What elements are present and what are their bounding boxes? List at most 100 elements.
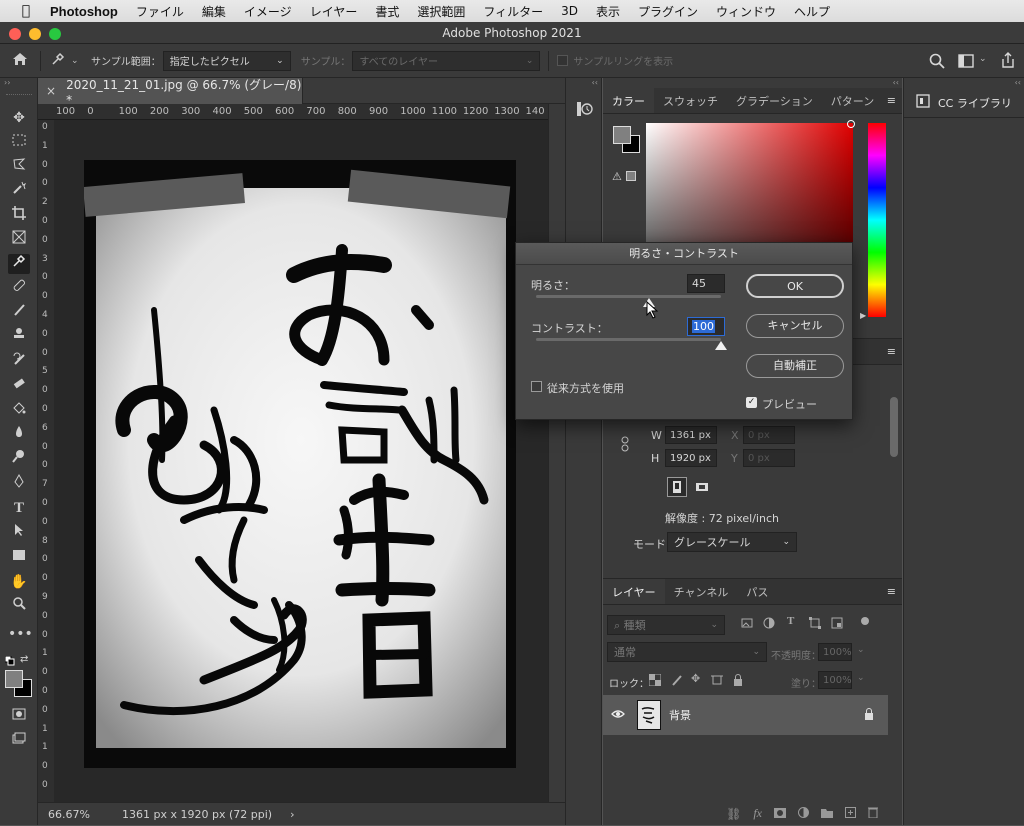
healing-brush-tool-icon[interactable] [8,278,30,298]
pen-tool-icon[interactable] [8,473,30,494]
cancel-button[interactable]: キャンセル [746,314,844,338]
brightness-slider[interactable] [536,295,721,298]
history-brush-tool-icon[interactable] [8,352,30,372]
filter-adjustment-icon[interactable] [763,617,775,632]
layer-filter-select[interactable]: ⌕ 種類 ⌄ [607,615,725,635]
type-tool-icon[interactable]: T [8,498,30,518]
brightness-input[interactable]: 45 [687,274,725,293]
close-tab-icon[interactable]: × [46,84,56,98]
menu-item-filter[interactable]: フィルター [483,3,543,20]
marquee-tool-icon[interactable] [8,132,30,152]
ok-button[interactable]: OK [746,274,844,298]
quick-mask-icon[interactable] [8,706,30,726]
link-layers-icon[interactable]: ⛓ [726,807,741,821]
opacity-field[interactable]: 100% [818,643,852,661]
panel-menu-icon[interactable]: ≡ [887,579,902,604]
foreground-color-swatch[interactable] [5,670,23,688]
lock-artboard-icon[interactable] [711,674,723,689]
workspace-icon[interactable] [958,54,974,71]
contrast-input[interactable]: 100 [687,317,725,336]
hand-tool-icon[interactable]: ✋ [8,572,30,592]
tab-paths[interactable]: パス [737,579,777,604]
rectangle-tool-icon[interactable] [8,547,30,567]
lock-image-icon[interactable] [671,674,683,689]
chevron-down-icon[interactable]: ⌄ [979,54,987,64]
sample-layer-select[interactable]: すべてのレイヤー ⌄ [352,50,541,71]
tab-patterns[interactable]: パターン [822,88,883,113]
new-layer-icon[interactable] [845,806,856,821]
eraser-tool-icon[interactable] [8,376,30,396]
menu-item-image[interactable]: イメージ [244,3,292,20]
add-mask-icon[interactable] [774,807,786,821]
properties-scrollbar[interactable] [890,397,898,457]
screen-mode-icon[interactable] [8,730,30,750]
history-panel-icon[interactable] [575,100,593,121]
more-tools-icon[interactable]: ••• [8,624,33,644]
horizontal-ruler[interactable]: 100 0 100 200 300 400 500 600 700 800 900 1000 1100 1… [38,104,548,120]
tab-channels[interactable]: チャンネル [665,579,738,604]
canvas-area[interactable] [54,120,548,802]
contrast-slider[interactable] [536,338,721,341]
auto-button[interactable]: 自動補正 [746,354,844,378]
hue-slider-handle[interactable]: ▶ [860,311,866,320]
eye-visibility-icon[interactable] [611,709,627,722]
lasso-tool-icon[interactable] [8,157,30,177]
cc-library-button[interactable]: CC ライブラリ [904,88,1024,118]
x-field[interactable]: 0 px [743,426,795,444]
layer-name[interactable]: 背景 [669,707,691,723]
delete-layer-icon[interactable] [868,806,878,821]
tab-gradients[interactable]: グラデーション [727,88,822,113]
new-adjustment-layer-icon[interactable] [798,806,809,821]
apple-icon[interactable]:  [16,3,36,19]
crop-tool-icon[interactable] [8,206,30,226]
legacy-checkbox[interactable] [531,381,542,392]
chevron-right-icon[interactable]: › [290,808,294,821]
search-icon[interactable] [929,53,945,72]
move-tool-icon[interactable]: ✥ [8,108,30,128]
lock-all-icon[interactable] [733,674,743,689]
link-dimensions-icon[interactable] [620,436,630,455]
menu-item-type[interactable]: 書式 [375,3,399,20]
frame-tool-icon[interactable] [8,230,30,250]
clone-stamp-tool-icon[interactable] [8,327,30,347]
zoom-level[interactable]: 66.67% [48,808,110,821]
app-menu[interactable]: Photoshop [50,4,118,19]
vertical-ruler[interactable]: 0 1 0 0 2 0 0 3 0 0 4 0 0 5 0 0 6 0 0 7 0 0 8 0 0 9 0 0 1 0 0 0 1 1 0 0 [38,120,54,802]
zoom-window-button[interactable] [49,28,61,40]
zoom-tool-icon[interactable] [8,596,30,616]
hue-slider[interactable] [868,123,886,317]
gamut-warning-icon[interactable]: ⚠ [612,170,622,183]
tab-swatches[interactable]: スウォッチ [654,88,727,113]
filter-toggle-icon[interactable] [861,617,869,625]
menu-item-view[interactable]: 表示 [596,3,620,20]
chevron-down-icon[interactable]: ⌄ [71,56,85,66]
eyedropper-tool-icon[interactable] [51,52,71,69]
magic-wand-tool-icon[interactable] [8,181,30,201]
fx-icon[interactable]: fx [753,806,762,821]
foreground-color-swatch[interactable] [613,126,631,144]
paint-bucket-tool-icon[interactable] [8,401,30,421]
lock-transparent-icon[interactable] [648,673,662,689]
filter-shape-icon[interactable] [809,617,821,632]
blur-tool-icon[interactable] [8,425,30,445]
panel-menu-icon[interactable]: ≡ [887,345,896,358]
height-field[interactable]: 1920 px [665,449,717,467]
eyedropper-tool-icon[interactable] [8,254,30,274]
layer-row[interactable]: 背景 [603,695,888,735]
menu-item-select[interactable]: 選択範囲 [417,3,465,20]
document-image[interactable] [82,160,516,768]
preview-checkbox[interactable]: ✓ [746,397,757,408]
menu-item-window[interactable]: ウィンドウ [716,3,776,20]
sample-range-select[interactable]: 指定したピクセル ⌄ [162,50,291,71]
web-safe-swatch[interactable] [626,171,636,181]
filter-smart-object-icon[interactable] [831,617,843,632]
menu-item-file[interactable]: ファイル [136,3,184,20]
menu-item-3d[interactable]: 3D [561,4,578,18]
portrait-orientation-button[interactable] [667,477,687,497]
document-tab[interactable]: × 2020_11_21_01.jpg @ 66.7% (グレー/8) * [38,78,303,107]
y-field[interactable]: 0 px [743,449,795,467]
swap-colors-icon[interactable]: ⇄ [20,654,28,665]
width-field[interactable]: 1361 px [665,426,717,444]
tab-color[interactable]: カラー [603,88,654,113]
filter-pixel-icon[interactable] [741,617,753,632]
